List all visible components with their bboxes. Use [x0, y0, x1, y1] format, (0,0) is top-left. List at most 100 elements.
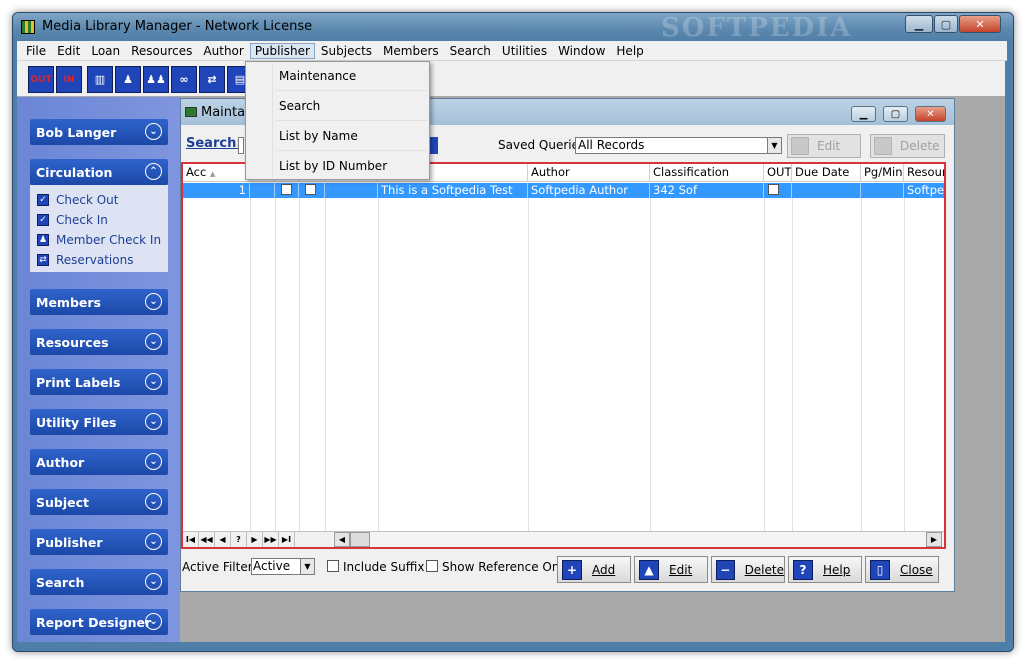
minus-icon: − [716, 559, 735, 580]
chevron-down-icon[interactable]: ⌄ [145, 123, 162, 140]
scroll-left-icon[interactable]: ◀ [334, 532, 350, 547]
cell-checkbox[interactable] [275, 183, 299, 198]
query-edit-button[interactable]: Edit [787, 134, 861, 158]
nav-check-out[interactable]: ✓ Check Out [30, 190, 168, 210]
delete-button[interactable]: − Delete [711, 556, 785, 583]
nav-check-in[interactable]: ✓ Check In [30, 210, 168, 230]
search-input[interactable] [238, 137, 244, 154]
member-tool-button[interactable]: ♟ [115, 66, 141, 93]
show-reference-only-checkbox[interactable] [426, 560, 438, 572]
chevron-down-icon[interactable]: ⌄ [145, 493, 162, 510]
menu-loan[interactable]: Loan [86, 43, 125, 59]
chevron-down-icon[interactable]: ⌄ [145, 293, 162, 310]
menu-item-list-by-id[interactable]: List by ID Number [279, 159, 387, 173]
group-user[interactable]: Bob Langer ⌄ [30, 119, 168, 145]
members-tool-button[interactable]: ♟♟ [143, 66, 169, 93]
find-record-button[interactable]: ? [231, 532, 247, 547]
group-publisher[interactable]: Publisher ⌄ [30, 529, 168, 555]
report-icon: ▤ [234, 73, 246, 86]
next-page-button[interactable]: ▶▶ [263, 532, 279, 547]
menu-help[interactable]: Help [611, 43, 648, 59]
first-record-button[interactable]: I◀ [183, 532, 199, 547]
group-members[interactable]: Members ⌄ [30, 289, 168, 315]
nav-reservations[interactable]: ⇄ Reservations [30, 250, 168, 270]
add-button[interactable]: + Add [557, 556, 631, 583]
chevron-down-icon[interactable]: ⌄ [145, 533, 162, 550]
group-circulation[interactable]: Circulation ⌃ [30, 159, 168, 185]
search-go-button[interactable] [429, 137, 438, 154]
cell-out[interactable] [764, 183, 792, 198]
query-delete-button[interactable]: Delete [870, 134, 945, 158]
menu-utilities[interactable]: Utilities [497, 43, 552, 59]
menu-subjects[interactable]: Subjects [316, 43, 377, 59]
checkbox[interactable] [281, 184, 292, 195]
menu-edit[interactable]: Edit [52, 43, 85, 59]
help-button[interactable]: ? Help [788, 556, 862, 583]
child-close-button[interactable]: ✕ [915, 106, 946, 122]
chevron-down-icon[interactable]: ⌄ [145, 573, 162, 590]
checkbox[interactable] [768, 184, 779, 195]
chevron-down-icon[interactable]: ▼ [767, 138, 781, 153]
chevron-down-icon[interactable]: ⌄ [145, 373, 162, 390]
scroll-thumb[interactable] [350, 532, 370, 547]
menu-search[interactable]: Search [445, 43, 496, 59]
col-due-date[interactable]: Due Date [792, 164, 861, 182]
prev-page-button[interactable]: ◀◀ [199, 532, 215, 547]
chevron-down-icon[interactable]: ⌄ [145, 613, 162, 630]
edit-button[interactable]: ▲ Edit [634, 556, 708, 583]
last-record-button[interactable]: ▶I [279, 532, 295, 547]
title-bar[interactable]: Media Library Manager - Network License … [13, 13, 1013, 43]
close-form-button[interactable]: ▯ Close [865, 556, 939, 583]
col-acc[interactable]: Acc ▲ [183, 164, 250, 182]
search-tool-button[interactable]: ∞ [171, 66, 197, 93]
group-print-labels[interactable]: Print Labels ⌄ [30, 369, 168, 395]
saved-queries-select[interactable]: All Records ▼ [575, 137, 782, 154]
menu-item-search[interactable]: Search [279, 99, 320, 113]
menu-resources[interactable]: Resources [126, 43, 197, 59]
active-filter-select[interactable]: Active ▼ [251, 558, 315, 575]
chevron-down-icon[interactable]: ▼ [300, 559, 314, 574]
col-out[interactable]: OUT [764, 164, 792, 182]
chevron-down-icon[interactable]: ⌄ [145, 453, 162, 470]
scroll-right-icon[interactable]: ▶ [926, 532, 942, 547]
menu-publisher[interactable]: Publisher [249, 42, 315, 59]
menu-file[interactable]: File [21, 43, 51, 59]
child-minimize-button[interactable]: ▁ [851, 106, 876, 122]
records-grid[interactable]: Acc ▲ Author Classification OUT Due Date… [181, 162, 946, 549]
minimize-button[interactable]: ▁ [905, 15, 933, 33]
cell-checkbox[interactable] [299, 183, 325, 198]
nav-member-check-in[interactable]: ♟ Member Check In [30, 230, 168, 250]
col-resource[interactable]: Resourc [904, 164, 944, 182]
menu-author[interactable]: Author [198, 43, 248, 59]
chevron-down-icon[interactable]: ⌄ [145, 333, 162, 350]
reservation-tool-button[interactable]: ⇄ [199, 66, 225, 93]
table-row[interactable]: 1 This is a Softpedia Test Softpedia Aut… [183, 183, 944, 198]
group-author[interactable]: Author ⌄ [30, 449, 168, 475]
check-out-tool-button[interactable]: OUT [28, 66, 54, 93]
chevron-up-icon[interactable]: ⌃ [145, 163, 162, 180]
group-search[interactable]: Search ⌄ [30, 569, 168, 595]
menu-item-list-by-name[interactable]: List by Name [279, 129, 358, 143]
menu-item-maintenance[interactable]: Maintenance [279, 69, 356, 83]
menu-window[interactable]: Window [553, 43, 610, 59]
col-author[interactable]: Author [528, 164, 650, 182]
prev-record-button[interactable]: ◀ [215, 532, 231, 547]
maximize-button[interactable]: ▢ [934, 15, 958, 33]
chevron-down-icon[interactable]: ⌄ [145, 413, 162, 430]
group-report-designer[interactable]: Report Designer ⌄ [30, 609, 168, 635]
next-record-button[interactable]: ▶ [247, 532, 263, 547]
button-label: Close [900, 562, 933, 577]
book-tool-button[interactable]: ▥ [87, 66, 113, 93]
col-pg-min[interactable]: Pg/Min [861, 164, 904, 182]
include-suffix-checkbox[interactable] [327, 560, 339, 572]
horizontal-scrollbar[interactable]: ◀ ▶ [332, 532, 944, 547]
col-classification[interactable]: Classification [650, 164, 764, 182]
menu-members[interactable]: Members [378, 43, 444, 59]
close-button[interactable]: ✕ [959, 15, 1001, 33]
group-resources[interactable]: Resources ⌄ [30, 329, 168, 355]
checkbox[interactable] [305, 184, 316, 195]
group-subject[interactable]: Subject ⌄ [30, 489, 168, 515]
group-utility-files[interactable]: Utility Files ⌄ [30, 409, 168, 435]
child-maximize-button[interactable]: ▢ [883, 106, 908, 122]
check-in-tool-button[interactable]: IN [56, 66, 82, 93]
